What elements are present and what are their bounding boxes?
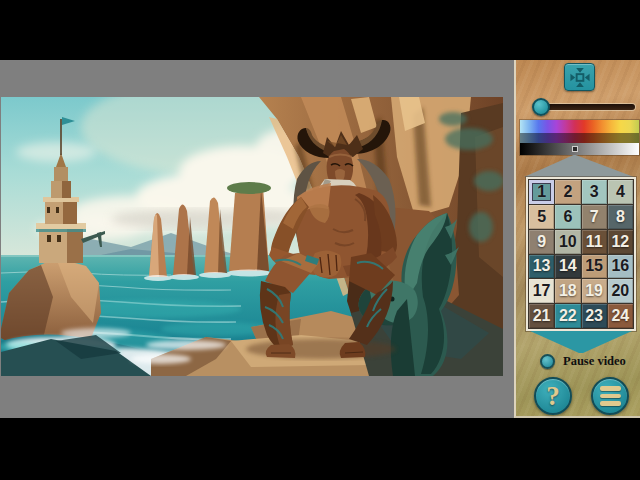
- menu-icon: [600, 386, 621, 406]
- color-cell-19[interactable]: 19: [582, 279, 607, 303]
- sidebar-panel: 123456789101112131415161718192021222324 …: [514, 60, 640, 418]
- color-cell-22[interactable]: 22: [555, 304, 580, 328]
- grid-banner: [530, 331, 632, 353]
- palette-pointer: [524, 155, 634, 177]
- shade-band[interactable]: [520, 133, 639, 143]
- color-cell-8[interactable]: 8: [608, 205, 633, 229]
- color-cell-14[interactable]: 14: [555, 255, 580, 279]
- zoom-slider-knob[interactable]: [532, 98, 550, 116]
- color-cell-15[interactable]: 15: [582, 255, 607, 279]
- seascape-minotaur-scene: [1, 97, 503, 376]
- color-cell-17[interactable]: 17: [529, 279, 554, 303]
- color-cell-13[interactable]: 13: [529, 255, 554, 279]
- zoom-slider[interactable]: [534, 98, 637, 116]
- pause-video-label: Pause video: [563, 354, 626, 369]
- color-cell-20[interactable]: 20: [608, 279, 633, 303]
- help-icon: ?: [546, 383, 560, 410]
- help-button[interactable]: ?: [534, 377, 572, 415]
- zoom-slider-track[interactable]: [536, 104, 635, 110]
- color-number-grid: 123456789101112131415161718192021222324: [526, 177, 636, 331]
- pan-button[interactable]: [564, 63, 595, 91]
- grayscale-marker[interactable]: [573, 147, 577, 151]
- color-cell-11[interactable]: 11: [582, 230, 607, 254]
- grayscale-band[interactable]: [520, 143, 639, 155]
- color-cell-12[interactable]: 12: [608, 230, 633, 254]
- color-cell-1[interactable]: 1: [529, 180, 554, 204]
- color-cell-6[interactable]: 6: [555, 205, 580, 229]
- workspace: 123456789101112131415161718192021222324 …: [0, 60, 640, 418]
- color-cell-3[interactable]: 3: [582, 180, 607, 204]
- menu-button[interactable]: [591, 377, 629, 415]
- pan-arrows-icon: [568, 66, 592, 89]
- pause-video-radio[interactable]: [540, 354, 555, 369]
- color-cell-7[interactable]: 7: [582, 205, 607, 229]
- color-cell-21[interactable]: 21: [529, 304, 554, 328]
- color-cell-4[interactable]: 4: [608, 180, 633, 204]
- color-cell-23[interactable]: 23: [582, 304, 607, 328]
- puzzle-image[interactable]: [1, 97, 503, 376]
- color-cell-24[interactable]: 24: [608, 304, 633, 328]
- color-cell-18[interactable]: 18: [555, 279, 580, 303]
- color-cell-9[interactable]: 9: [529, 230, 554, 254]
- color-cell-5[interactable]: 5: [529, 205, 554, 229]
- color-cell-16[interactable]: 16: [608, 255, 633, 279]
- color-cell-2[interactable]: 2: [555, 180, 580, 204]
- color-spectrum: [520, 120, 639, 155]
- color-cell-10[interactable]: 10: [555, 230, 580, 254]
- hue-band[interactable]: [520, 120, 639, 133]
